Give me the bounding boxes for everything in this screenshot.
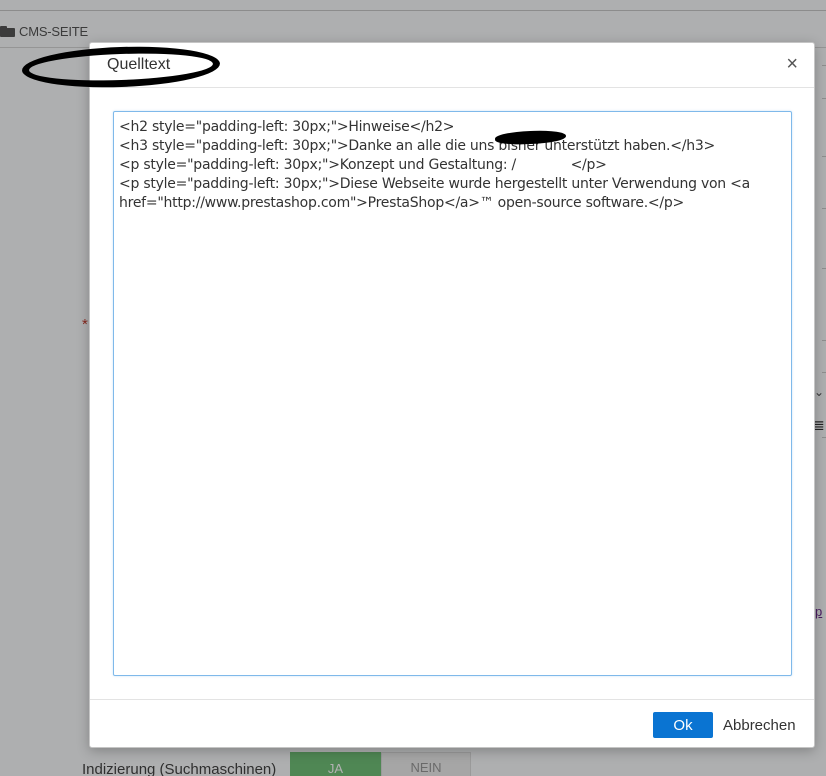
source-code-dialog: Quelltext × <h2 style="padding-left: 30p…: [21, 42, 815, 749]
dialog-header: Quelltext ×: [21, 43, 814, 91]
dialog-footer: Ok Abbrechen: [90, 699, 814, 749]
close-icon[interactable]: ×: [786, 54, 798, 74]
ok-button[interactable]: Ok: [653, 712, 713, 738]
dialog-body: <h2 style="padding-left: 30px;">Hinweise…: [90, 88, 814, 699]
dialog-title: Quelltext: [107, 56, 171, 73]
source-code-textarea[interactable]: <h2 style="padding-left: 30px;">Hinweise…: [113, 111, 792, 676]
cancel-button[interactable]: Abbrechen: [723, 712, 796, 738]
